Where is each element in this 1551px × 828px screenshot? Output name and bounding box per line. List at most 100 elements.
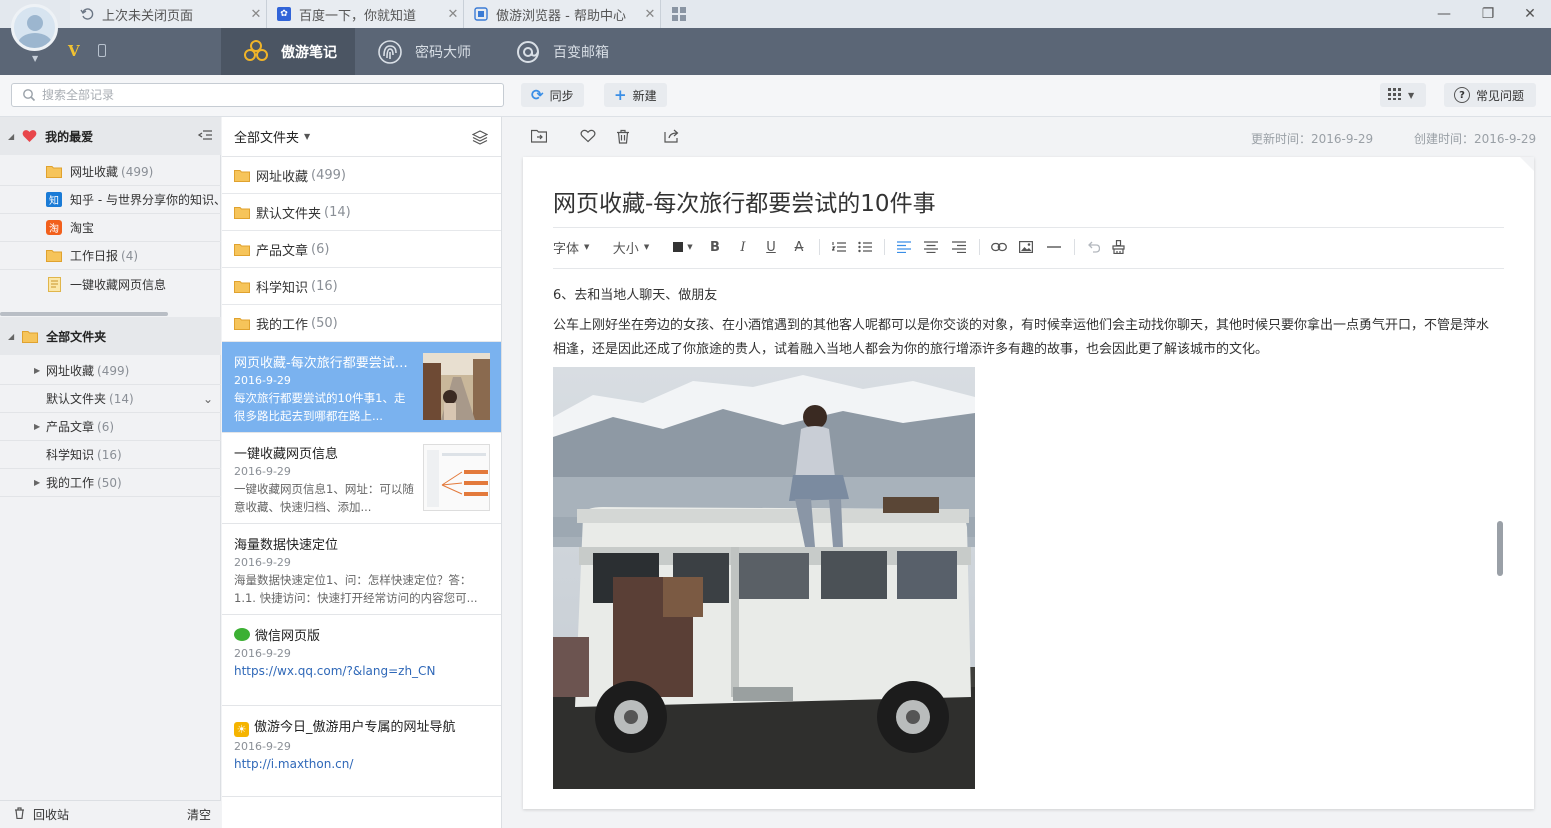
view-mode-button[interactable]: ▼ <box>1380 83 1426 107</box>
faq-button[interactable]: ? 常见问题 <box>1444 83 1536 107</box>
tab-label: 百变邮箱 <box>553 44 609 61</box>
layers-icon[interactable] <box>471 129 489 149</box>
favorite-item[interactable]: 网址收藏 (499) <box>0 158 221 186</box>
favorite-item[interactable]: 淘 淘宝 <box>0 214 221 242</box>
collapse-sidebar-icon[interactable] <box>197 128 213 145</box>
tab-password[interactable]: 密码大师 <box>355 28 493 75</box>
favorite-item[interactable]: 知 知乎 - 与世界分享你的知识、 <box>0 186 221 214</box>
note-list-panel: 全部文件夹 ▼ 网址收藏 (499) 默认文件夹 (14) 产品文章 (6) 科学知识… <box>222 117 502 828</box>
folder-label: 网址收藏 <box>256 169 309 185</box>
sidebar-folder[interactable]: ▶ 产品文章 (6) <box>0 413 221 441</box>
app-window: 上次未关闭页面 ✕ ✿ 百度一下，你就知道 ✕ 傲游浏览器 - 帮助中心 ✕ —… <box>0 0 1551 828</box>
folder-count: (499) <box>97 363 130 378</box>
bold-icon[interactable]: B <box>701 236 729 258</box>
list-folder[interactable]: 产品文章 (6) <box>222 231 501 268</box>
close-icon[interactable]: ✕ <box>443 7 463 22</box>
search-input[interactable] <box>42 88 503 102</box>
note-link[interactable]: https://wx.qq.com/?&lang=zh_CN <box>234 664 501 678</box>
favorites-header[interactable]: ◢ 我的最爱 <box>0 117 221 155</box>
favorite-item[interactable]: 工作日报 (4) <box>0 242 221 270</box>
bullet-list-icon[interactable] <box>852 236 878 258</box>
horizontal-scrollbar[interactable] <box>0 312 168 316</box>
text-color-button[interactable]: ▼ <box>665 236 701 258</box>
close-icon[interactable]: ✕ <box>640 7 660 22</box>
sidebar-folder[interactable]: ▶ 我的工作 (50) <box>0 469 221 497</box>
sync-button[interactable]: ⟳ 同步 <box>521 83 584 107</box>
sidebar-folder[interactable]: 科学知识 (16) <box>0 441 221 469</box>
tab-restore[interactable]: 上次未关闭页面 ✕ <box>70 0 267 28</box>
note-image-van[interactable] <box>553 367 975 789</box>
trash-link[interactable]: 回收站 <box>33 806 69 823</box>
undo-icon[interactable] <box>1081 236 1105 258</box>
editor-scrollbar[interactable] <box>1497 521 1503 576</box>
note-item[interactable]: 一键收藏网页信息 2016-9-29 一键收藏网页信息1、网址：可以随意收藏、快… <box>222 433 501 524</box>
italic-icon[interactable]: I <box>729 236 757 258</box>
expand-icon[interactable]: ▶ <box>34 478 46 487</box>
folder-label: 科学知识 <box>46 448 95 462</box>
search-box[interactable] <box>11 83 504 107</box>
chevron-down-icon[interactable]: ⌄ <box>203 392 213 406</box>
image-icon[interactable] <box>1012 236 1040 258</box>
align-center-icon[interactable] <box>917 236 945 258</box>
font-size-select[interactable]: 大小 ▼ <box>597 236 665 258</box>
align-left-icon[interactable] <box>891 236 917 258</box>
updated-time: 更新时间：2016-9-29 <box>1251 132 1374 146</box>
tab-notes[interactable]: 傲游笔记 <box>221 28 355 75</box>
folder-selector[interactable]: 全部文件夹 ▼ <box>222 117 501 157</box>
all-folders-header[interactable]: ◢ 全部文件夹 <box>0 317 221 355</box>
vip-badge[interactable]: V <box>68 42 80 60</box>
chevron-down-icon[interactable]: ◢ <box>8 332 14 341</box>
note-link[interactable]: http://i.maxthon.cn/ <box>234 757 501 771</box>
new-note-button[interactable]: + 新建 <box>604 83 667 107</box>
folder-icon <box>234 317 250 330</box>
link-icon[interactable] <box>986 236 1012 258</box>
heart-icon <box>22 129 37 143</box>
chevron-down-icon[interactable]: ◢ <box>8 132 14 141</box>
chevron-down-icon: ▼ <box>643 243 650 251</box>
clear-trash-button[interactable]: 清空 <box>187 806 211 823</box>
format-toolbar: 字体 ▼ 大小 ▼ ▼ B I U A <box>553 235 1131 259</box>
list-folder[interactable]: 默认文件夹 (14) <box>222 194 501 231</box>
minimize-icon[interactable]: — <box>1433 4 1455 24</box>
note-item[interactable]: ☀ 傲游今日_傲游用户专属的网址导航 2016-9-29 http://i.max… <box>222 706 501 797</box>
sidebar-folder[interactable]: ▶ 网址收藏 (499) <box>0 357 221 385</box>
chevron-down-icon[interactable]: ▼ <box>32 54 38 63</box>
move-folder-icon[interactable] <box>530 129 548 145</box>
avatar[interactable] <box>11 4 58 51</box>
tab-help[interactable]: 傲游浏览器 - 帮助中心 ✕ <box>464 0 661 28</box>
format-painter-icon[interactable] <box>1105 236 1131 258</box>
strikethrough-icon[interactable]: A <box>785 236 813 258</box>
note-editor-title[interactable]: 网页收藏-每次旅行都要尝试的10件事 <box>553 184 936 218</box>
tab-overview-icon[interactable] <box>672 7 686 21</box>
note-item[interactable]: 海量数据快速定位 2016-9-29 海量数据快速定位1、问：怎样快速定位？答：… <box>222 524 501 615</box>
new-label: 新建 <box>632 88 657 103</box>
divider <box>553 268 1504 269</box>
favorite-item[interactable]: 一键收藏网页信息 <box>0 270 221 298</box>
expand-icon[interactable]: ▶ <box>34 366 46 375</box>
phone-icon[interactable] <box>98 44 106 57</box>
note-title-row: 微信网页版 <box>234 625 494 644</box>
expand-icon[interactable]: ▶ <box>34 422 46 431</box>
note-body[interactable]: 6、去和当地人聊天、做朋友 公车上刚好坐在旁边的女孩、在小酒馆遇到的其他客人呢都… <box>553 284 1498 362</box>
note-item-selected[interactable]: 网页收藏-每次旅行都要尝试的10件事 2016-9-29 每次旅行都要尝试的10… <box>222 342 501 433</box>
list-folder[interactable]: 我的工作 (50) <box>222 305 501 342</box>
delete-icon[interactable] <box>616 129 632 145</box>
restore-window-icon[interactable]: ❐ <box>1477 4 1499 24</box>
sidebar-folder[interactable]: 默认文件夹 (14) ⌄ <box>0 385 221 413</box>
font-family-select[interactable]: 字体 ▼ <box>553 236 597 258</box>
close-window-icon[interactable]: ✕ <box>1519 4 1541 24</box>
close-icon[interactable]: ✕ <box>246 7 266 22</box>
favorite-heart-icon[interactable] <box>580 129 596 145</box>
tab-label: 百度一下，你就知道 <box>299 8 417 24</box>
tab-baidu[interactable]: ✿ 百度一下，你就知道 ✕ <box>267 0 464 28</box>
note-item[interactable]: 微信网页版 2016-9-29 https://wx.qq.com/?&lang… <box>222 615 501 706</box>
horizontal-rule-icon[interactable] <box>1040 236 1068 258</box>
underline-icon[interactable]: U <box>757 236 785 258</box>
ordered-list-icon[interactable] <box>826 236 852 258</box>
list-folder[interactable]: 科学知识 (16) <box>222 268 501 305</box>
folder-count: (50) <box>97 475 122 490</box>
share-icon[interactable] <box>664 129 680 145</box>
align-right-icon[interactable] <box>945 236 973 258</box>
tab-mail[interactable]: 百变邮箱 <box>493 28 631 75</box>
list-folder[interactable]: 网址收藏 (499) <box>222 157 501 194</box>
